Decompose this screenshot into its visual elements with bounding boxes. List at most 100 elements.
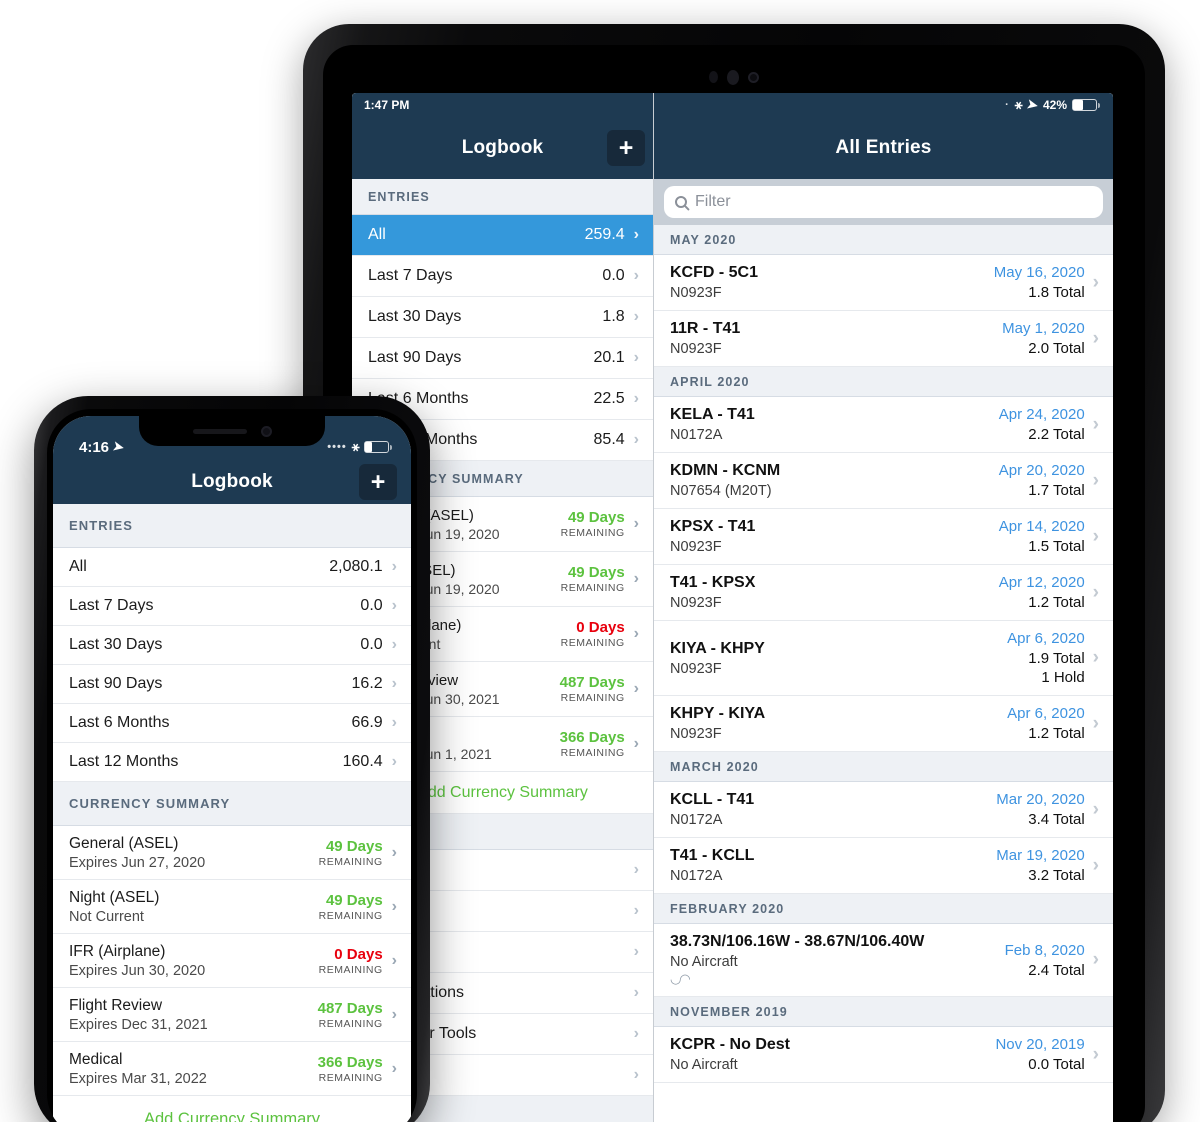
iphone-notch	[139, 416, 325, 446]
entry-date: Apr 24, 2020	[998, 406, 1085, 423]
currency-status: 0 Days REMAINING	[561, 619, 625, 649]
entry-row[interactable]: 38.73N/106.16W - 38.67N/106.40W No Aircr…	[654, 924, 1113, 997]
entry-section-header: APRIL 2020	[654, 367, 1113, 397]
section-header-entries: ENTRIES	[352, 179, 653, 215]
currency-item-medical[interactable]: Medical Expires Mar 31, 2022 366 Days RE…	[53, 1042, 411, 1096]
entry-date: Apr 14, 2020	[998, 518, 1085, 535]
row-label: Last 7 Days	[368, 267, 453, 284]
filter-input[interactable]: Filter	[664, 186, 1103, 218]
entry-meta: Mar 19, 2020 3.2 Total	[986, 847, 1084, 884]
entry-aircraft: N0172A	[670, 427, 723, 443]
entry-section-header: FEBRUARY 2020	[654, 894, 1113, 924]
currency-days: 49 Days	[325, 891, 383, 909]
row-label: Last 30 Days	[368, 308, 462, 325]
currency-status: 49 Days REMAINING	[319, 892, 383, 922]
entry-meta: May 1, 2020 2.0 Total	[992, 320, 1085, 357]
sidebar-item-all[interactable]: All 259.4 ›	[352, 215, 653, 256]
entry-total: 2.0 Total	[1028, 340, 1085, 357]
chevron-right-icon: ›	[633, 984, 639, 1001]
ipad-sidebar-navbar: Logbook +	[352, 117, 653, 179]
entry-row[interactable]: KELA - T41 N0172A Apr 24, 2020 2.2 Total…	[654, 397, 1113, 453]
list-item-last-30-days[interactable]: Last 30 Days 0.0 ›	[53, 626, 411, 665]
entry-total: 1.2 Total	[1028, 594, 1085, 611]
add-currency-summary-button[interactable]: Add Currency Summary	[53, 1096, 411, 1122]
entry-total: 3.2 Total	[1028, 867, 1085, 884]
sidebar-item-last-7-days[interactable]: Last 7 Days 0.0 ›	[352, 256, 653, 297]
entry-date: Feb 8, 2020	[1004, 941, 1085, 959]
row-value: 0.0	[602, 267, 625, 284]
currency-status: 366 Days REMAINING	[318, 1054, 383, 1084]
entry-main: KELA - T41 N0172A	[670, 406, 755, 443]
chevron-right-icon: ›	[633, 226, 639, 243]
entry-meta: Apr 6, 2020 1.2 Total	[997, 705, 1085, 742]
entry-row[interactable]: KHPY - KIYA N0923F Apr 6, 2020 1.2 Total…	[654, 696, 1113, 752]
add-entry-button[interactable]: +	[359, 464, 397, 500]
wifi-icon: ⚹	[1014, 97, 1023, 112]
chevron-right-icon: ›	[1092, 1043, 1099, 1065]
detail-navbar: All Entries	[654, 117, 1113, 179]
iphone-currency-list: General (ASEL) Expires Jun 27, 2020 49 D…	[53, 826, 411, 1096]
currency-item-flight-review[interactable]: Flight Review Expires Dec 31, 2021 487 D…	[53, 988, 411, 1042]
entry-row[interactable]: KIYA - KHPY N0923F Apr 6, 2020 1.9 Total…	[654, 621, 1113, 696]
chevron-right-icon: ›	[391, 753, 397, 770]
entry-meta: May 16, 2020 1.8 Total	[984, 264, 1085, 301]
chevron-right-icon: ›	[1092, 271, 1099, 293]
status-left: 4:16 ➤	[79, 438, 125, 455]
iphone-bezel: 4:16 ➤ •••• ⚹ Logbook + ENTRIES All 2,08…	[47, 409, 417, 1122]
entry-route: KIYA - KHPY	[670, 639, 765, 657]
filter-bar: Filter	[654, 179, 1113, 225]
entry-row[interactable]: T41 - KPSX N0923F Apr 12, 2020 1.2 Total…	[654, 565, 1113, 621]
entry-main: 38.73N/106.16W - 38.67N/106.40W No Aircr…	[670, 933, 924, 987]
entry-route: KELA - T41	[670, 406, 755, 423]
currency-days: 366 Days	[317, 1053, 383, 1071]
sidebar-item-last-90-days[interactable]: Last 90 Days 20.1 ›	[352, 338, 653, 379]
currency-status: 0 Days REMAINING	[319, 946, 383, 976]
entry-main: KHPY - KIYA N0923F	[670, 705, 765, 742]
entry-row[interactable]: KPSX - T41 N0923F Apr 14, 2020 1.5 Total…	[654, 509, 1113, 565]
list-item-last-6-months[interactable]: Last 6 Months 66.9 ›	[53, 704, 411, 743]
entry-main: 11R - T41 N0923F	[670, 320, 740, 357]
currency-item-night[interactable]: Night (ASEL) Not Current 49 Days REMAINI…	[53, 880, 411, 934]
entry-aircraft: N0923F	[670, 285, 722, 301]
entries-scroll-area[interactable]: MAY 2020 KCFD - 5C1 N0923F May 16, 2020 …	[654, 225, 1113, 1083]
row-value: 0.0	[360, 597, 383, 614]
entry-aircraft: N0923F	[670, 595, 722, 611]
entry-row[interactable]: KCPR - No Dest No Aircraft Nov 20, 2019 …	[654, 1027, 1113, 1083]
add-entry-button[interactable]: +	[607, 130, 645, 166]
sidebar-item-last-30-days[interactable]: Last 30 Days 1.8 ›	[352, 297, 653, 338]
list-item-last-12-months[interactable]: Last 12 Months 160.4 ›	[53, 743, 411, 782]
entry-row[interactable]: KDMN - KCNM N07654 (M20T) Apr 20, 2020 1…	[654, 453, 1113, 509]
currency-status: 366 Days REMAINING	[560, 729, 625, 759]
row-value: 160.4	[342, 753, 383, 770]
entry-row[interactable]: KCFD - 5C1 N0923F May 16, 2020 1.8 Total…	[654, 255, 1113, 311]
chevron-right-icon: ›	[1092, 413, 1099, 435]
iphone-screen: 4:16 ➤ •••• ⚹ Logbook + ENTRIES All 2,08…	[53, 416, 411, 1122]
currency-item-general[interactable]: General (ASEL) Expires Jun 27, 2020 49 D…	[53, 826, 411, 880]
ipad-status-bar: 1:47 PM	[352, 93, 653, 117]
entry-main: T41 - KPSX N0923F	[670, 574, 755, 611]
currency-text: Medical Expires Mar 31, 2022	[69, 1051, 207, 1087]
currency-remaining-label: REMAINING	[560, 582, 625, 594]
currency-status: 49 Days REMAINING	[319, 838, 383, 868]
chevron-right-icon: ›	[391, 897, 397, 915]
entry-total: 1.7 Total	[1028, 482, 1085, 499]
list-item-last-7-days[interactable]: Last 7 Days 0.0 ›	[53, 587, 411, 626]
entry-row[interactable]: 11R - T41 N0923F May 1, 2020 2.0 Total ›	[654, 311, 1113, 367]
entry-aircraft: N07654 (M20T)	[670, 483, 772, 499]
row-value: 66.9	[351, 714, 383, 731]
entry-row[interactable]: T41 - KCLL N0172A Mar 19, 2020 3.2 Total…	[654, 838, 1113, 894]
entry-aircraft: No Aircraft	[670, 954, 738, 970]
battery-percent: 42%	[1042, 98, 1067, 112]
currency-item-ifr[interactable]: IFR (Airplane) Expires Jun 30, 2020 0 Da…	[53, 934, 411, 988]
entry-date: Mar 19, 2020	[996, 847, 1085, 864]
list-item-all[interactable]: All 2,080.1 ›	[53, 548, 411, 587]
entry-date: Nov 20, 2019	[995, 1036, 1085, 1053]
status-right: · ⚹ ➤ 42%	[1005, 96, 1100, 113]
chevron-right-icon: ›	[391, 1059, 397, 1077]
status-left: 1:47 PM	[364, 98, 409, 112]
entry-row[interactable]: KCLL - T41 N0172A Mar 20, 2020 3.4 Total…	[654, 782, 1113, 838]
chevron-right-icon: ›	[633, 625, 639, 642]
chevron-right-icon: ›	[633, 390, 639, 407]
list-item-last-90-days[interactable]: Last 90 Days 16.2 ›	[53, 665, 411, 704]
entry-total: 1.9 Total	[1028, 650, 1085, 667]
